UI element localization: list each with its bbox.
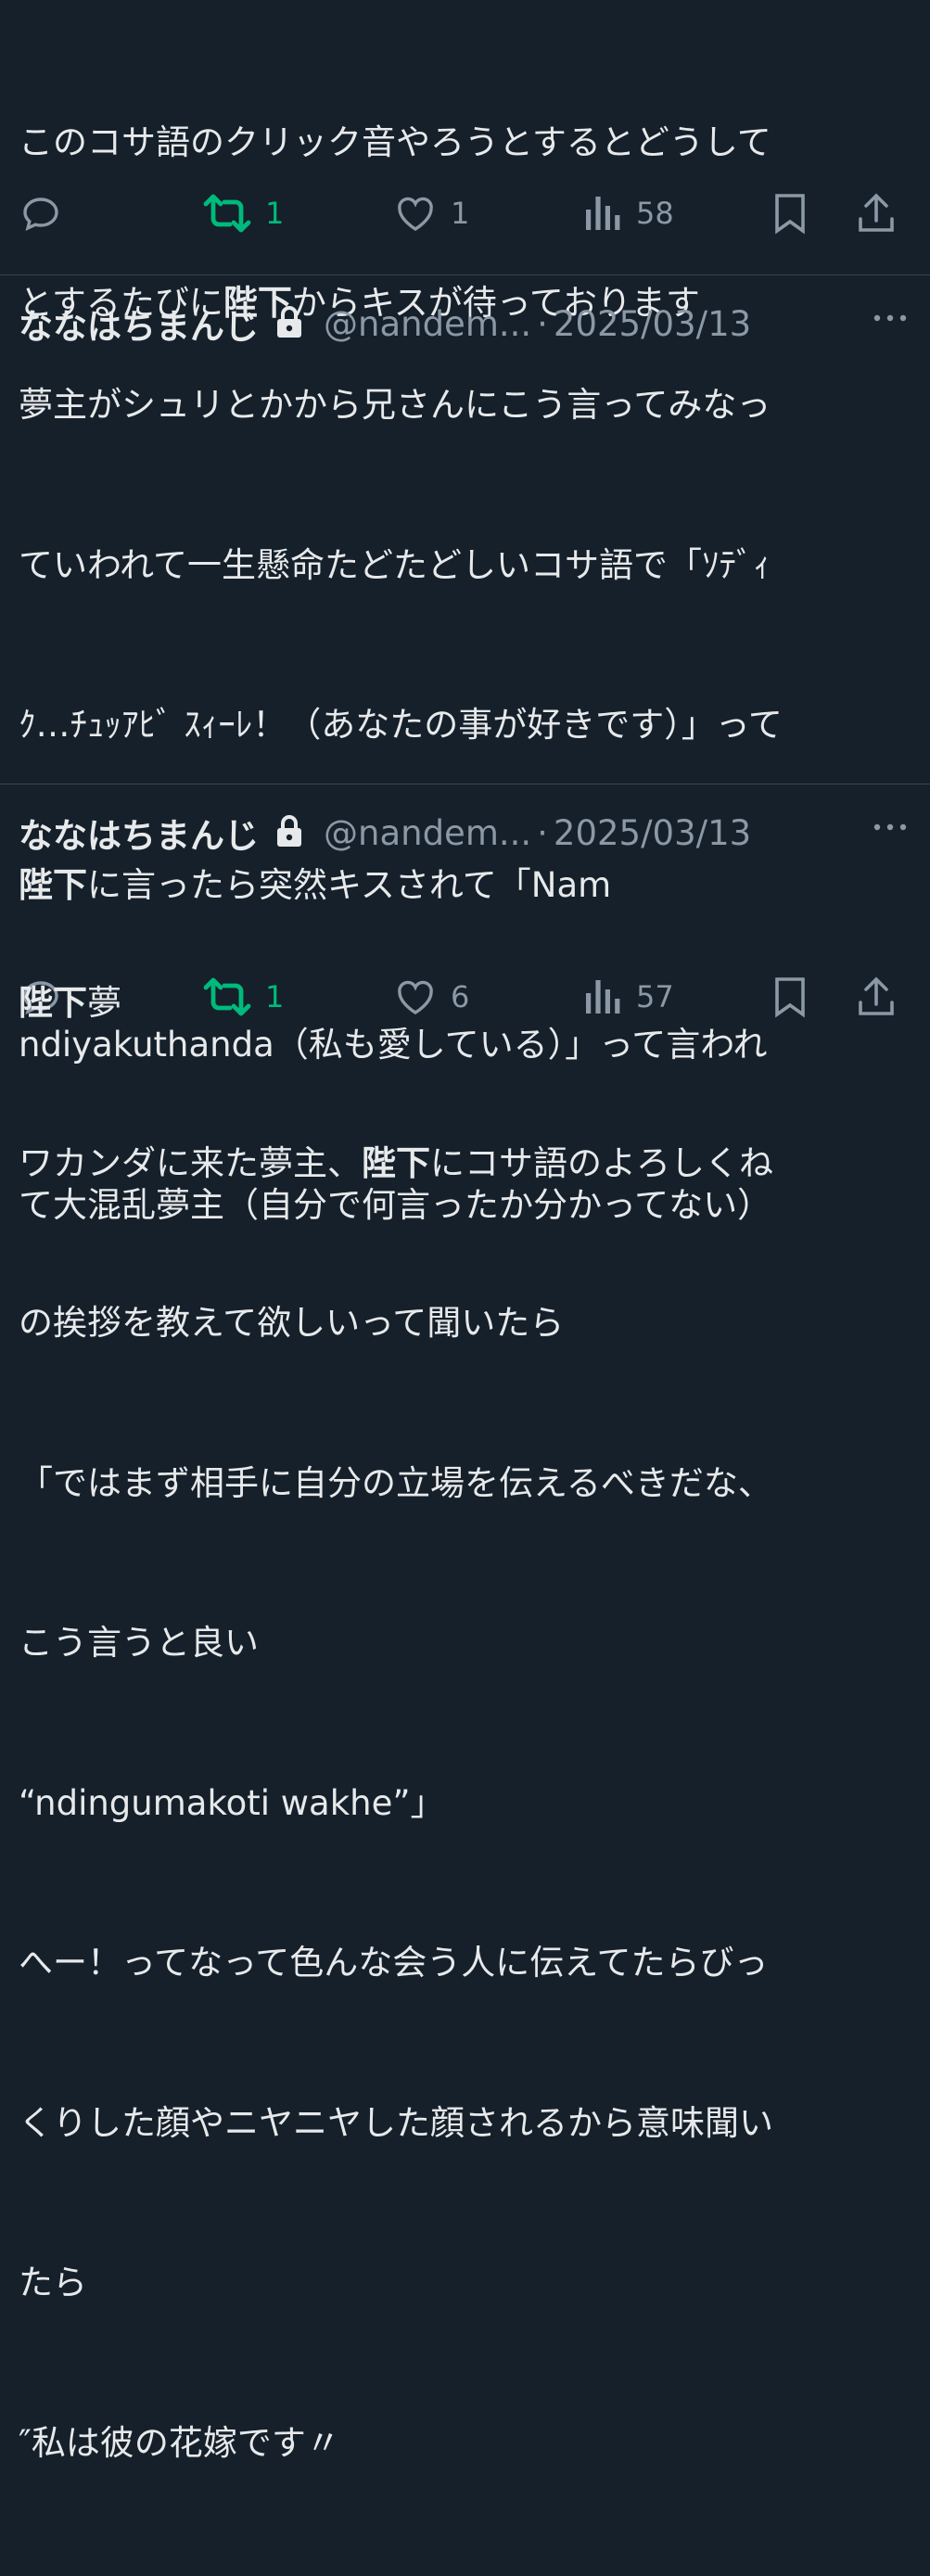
highlight-term: 陛下 [19, 983, 87, 1023]
text-run: にコサ語のよろしくね [430, 1142, 773, 1183]
bookmark-icon [775, 194, 805, 235]
tweet-line: “ndingumakoti wakhe”」 [19, 1782, 445, 1823]
retweet-count: 1 [265, 196, 285, 231]
reply-icon [23, 198, 58, 232]
text-run: ワカンダに来た夢主、 [19, 1142, 362, 1183]
like-icon [398, 197, 433, 231]
views-button[interactable]: 58 [582, 185, 674, 241]
bookmark-button[interactable] [770, 185, 810, 241]
retweet-button[interactable]: 1 [202, 185, 284, 241]
reply-button[interactable] [19, 185, 63, 241]
tweet-line: ｸ…ﾁｭｯｱﾋﾞ ｽｨｰﾚ！（あなたの事が好きです）」って [19, 705, 783, 745]
tweet[interactable]: ななはちまんじ @nandem... · 2025/03/13 陛下夢 ワカンダ… [0, 784, 930, 2463]
tweet[interactable]: ななはちまんじ @nandem... · 2025/03/13 夢主がシュリとか… [0, 275, 930, 1225]
share-button[interactable] [855, 185, 898, 241]
tweet-header: ななはちまんじ @nandem... · 2025/03/13 [19, 809, 909, 857]
tweet-line: の挨拶を教えて欲しいって聞いたら [19, 1303, 565, 1343]
views-count: 58 [636, 196, 674, 231]
tweet-line: このコサ語のクリック音やろうとするとどうして [19, 122, 771, 162]
tweet[interactable]: このコサ語のクリック音やろうとするとどうして とするたびに陛下からキスが待ってお… [0, 0, 930, 323]
share-icon [859, 193, 894, 232]
author-handle[interactable]: @nandem... [324, 813, 531, 853]
action-bar: 1 1 58 [0, 185, 930, 241]
like-count: 1 [451, 196, 470, 231]
tweet-line: ていわれて一生懸命たどたどしいコサ語で「ｿﾃﾞｨ [19, 544, 771, 585]
lock-icon [277, 815, 301, 847]
text-run: 夢 [87, 983, 121, 1023]
more-icon[interactable] [872, 309, 909, 327]
tweet-line: 「ではまず相手に自分の立場を伝えるべきだな、 [19, 1462, 772, 1503]
tweet-line: こう言うと良い [19, 1623, 259, 1663]
like-button[interactable]: 1 [393, 185, 469, 241]
post-date[interactable]: 2025/03/13 [554, 813, 751, 853]
author-name[interactable]: ななはちまんじ [19, 808, 259, 858]
highlight-term: 陛下 [362, 1142, 430, 1183]
tweet-line: 夢主がシュリとかから兄さんにこう言ってみなっ [19, 385, 771, 425]
separator: · [537, 812, 548, 853]
tweet-line: ″私は彼の花嫁です〃 [19, 2422, 340, 2463]
tweet-line: たら [19, 2263, 87, 2302]
more-icon[interactable] [872, 818, 909, 836]
tweet-line: 陛下夢 [19, 976, 773, 1030]
tweet-line: ワカンダに来た夢主、陛下にコサ語のよろしくね [19, 1137, 773, 1191]
tweet-line: へー！ってなって色んな会う人に伝えてたらびっ [19, 1943, 769, 1983]
tweet-line: くりした顔やニヤニヤした顔されるから意味聞い [19, 2102, 773, 2143]
retweet-icon [203, 194, 251, 233]
tweet-text: 陛下夢 ワカンダに来た夢主、陛下にコサ語のよろしくね の挨拶を教えて欲しいって聞… [19, 870, 773, 2576]
views-icon [586, 197, 620, 230]
